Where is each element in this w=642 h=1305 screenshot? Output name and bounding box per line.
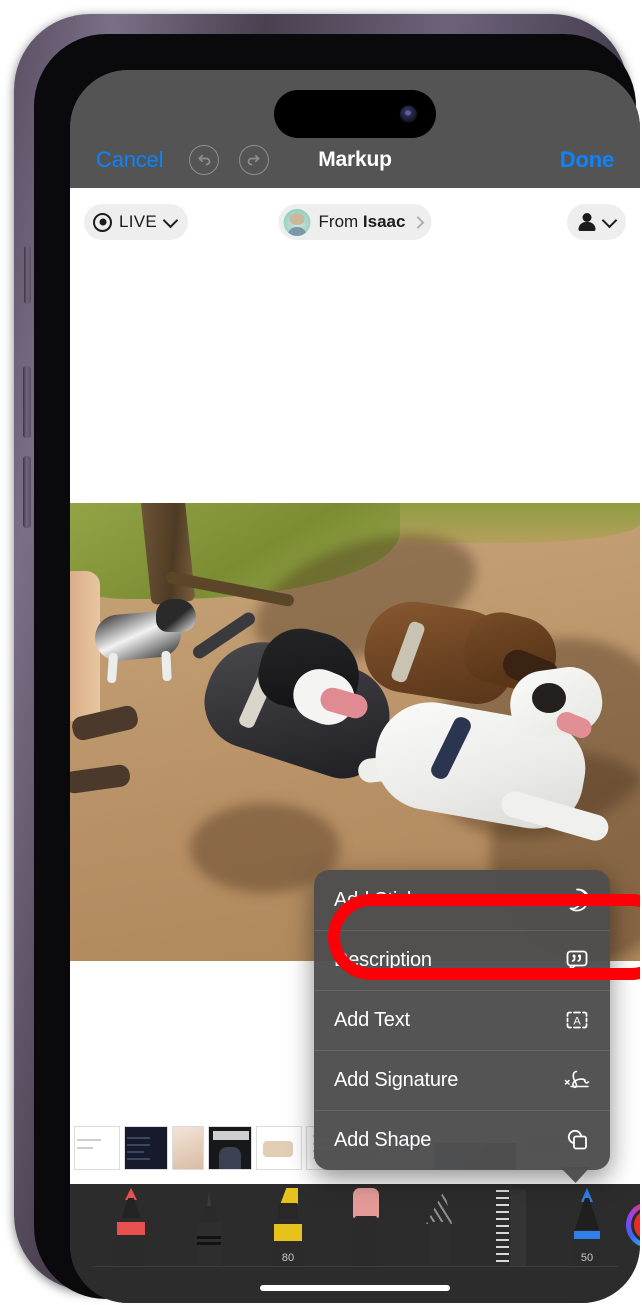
blue-pen-size-label: 50 [580, 1252, 594, 1264]
home-indicator[interactable] [260, 1285, 450, 1291]
menu-item-label: Add Signature [334, 1068, 459, 1091]
menu-item-add-text[interactable]: Add Text A [314, 990, 610, 1050]
phone-bezel: Cancel Markup Done LIVE From Isaac Add S… [34, 34, 640, 1303]
menu-item-add-shape[interactable]: Add Shape [314, 1110, 610, 1170]
menu-item-add-signature[interactable]: Add Signature [314, 1050, 610, 1110]
dog-terrier-head [156, 599, 196, 632]
blue-pen-tool[interactable]: 50 [570, 1188, 604, 1266]
redo-icon[interactable] [239, 145, 270, 175]
done-button[interactable]: Done [560, 147, 614, 173]
dynamic-island [274, 90, 436, 138]
sender-label: From Isaac [318, 212, 406, 231]
thumbnail[interactable] [256, 1126, 302, 1170]
cancel-button[interactable]: Cancel [96, 147, 163, 173]
chevron-right-icon [411, 215, 425, 229]
live-photo-toggle[interactable]: LIVE [84, 204, 189, 240]
person-leg [70, 571, 100, 721]
ruler-tool[interactable] [490, 1188, 530, 1266]
dog-eye-patch [532, 683, 566, 713]
chevron-down-icon [162, 212, 179, 228]
undo-icon[interactable] [189, 145, 220, 175]
highlight-annotation [328, 894, 640, 980]
front-camera-icon [400, 105, 417, 123]
thumbnail[interactable] [124, 1126, 168, 1170]
pencil-tool[interactable] [192, 1188, 226, 1266]
lasso-tool[interactable] [422, 1188, 456, 1266]
menu-item-label: Add Shape [334, 1128, 432, 1151]
mute-switch-button[interactable] [24, 246, 31, 304]
sandal [70, 763, 132, 795]
shape-icon [562, 1125, 592, 1155]
thumbnail[interactable] [74, 1126, 120, 1170]
dog-leg [106, 652, 119, 684]
phone-screen: Cancel Markup Done LIVE From Isaac Add S… [70, 70, 640, 1303]
text-box-icon: A [562, 1005, 592, 1035]
page-title: Markup [318, 148, 392, 171]
live-label: LIVE [119, 212, 158, 231]
recipient-chip[interactable] [567, 204, 626, 240]
color-wheel[interactable] [626, 1202, 640, 1248]
svg-text:A: A [573, 1016, 581, 1028]
menu-item-label: Add Text [334, 1008, 410, 1031]
pen-tool[interactable] [114, 1188, 148, 1266]
eraser-tool[interactable] [348, 1188, 382, 1266]
person-icon [578, 213, 596, 232]
toolbar-divider [92, 1266, 618, 1267]
volume-up-button[interactable] [23, 366, 31, 438]
thumbnail[interactable] [208, 1126, 252, 1170]
signature-icon [562, 1065, 592, 1095]
live-photo-icon [93, 212, 112, 232]
thumbnail[interactable] [172, 1126, 204, 1170]
sender-chip[interactable]: From Isaac [278, 204, 432, 240]
chevron-down-icon [601, 212, 618, 228]
phone-frame: Cancel Markup Done LIVE From Isaac Add S… [14, 14, 640, 1303]
highlighter-tool[interactable]: 80 [270, 1188, 306, 1266]
highlighter-size-label: 80 [281, 1252, 295, 1264]
volume-down-button[interactable] [23, 456, 31, 528]
avatar [283, 208, 311, 236]
dog-leg [161, 650, 172, 682]
message-header-bar: LIVE From Isaac [70, 188, 640, 260]
markup-toolbar: 80 50 [70, 1184, 640, 1303]
